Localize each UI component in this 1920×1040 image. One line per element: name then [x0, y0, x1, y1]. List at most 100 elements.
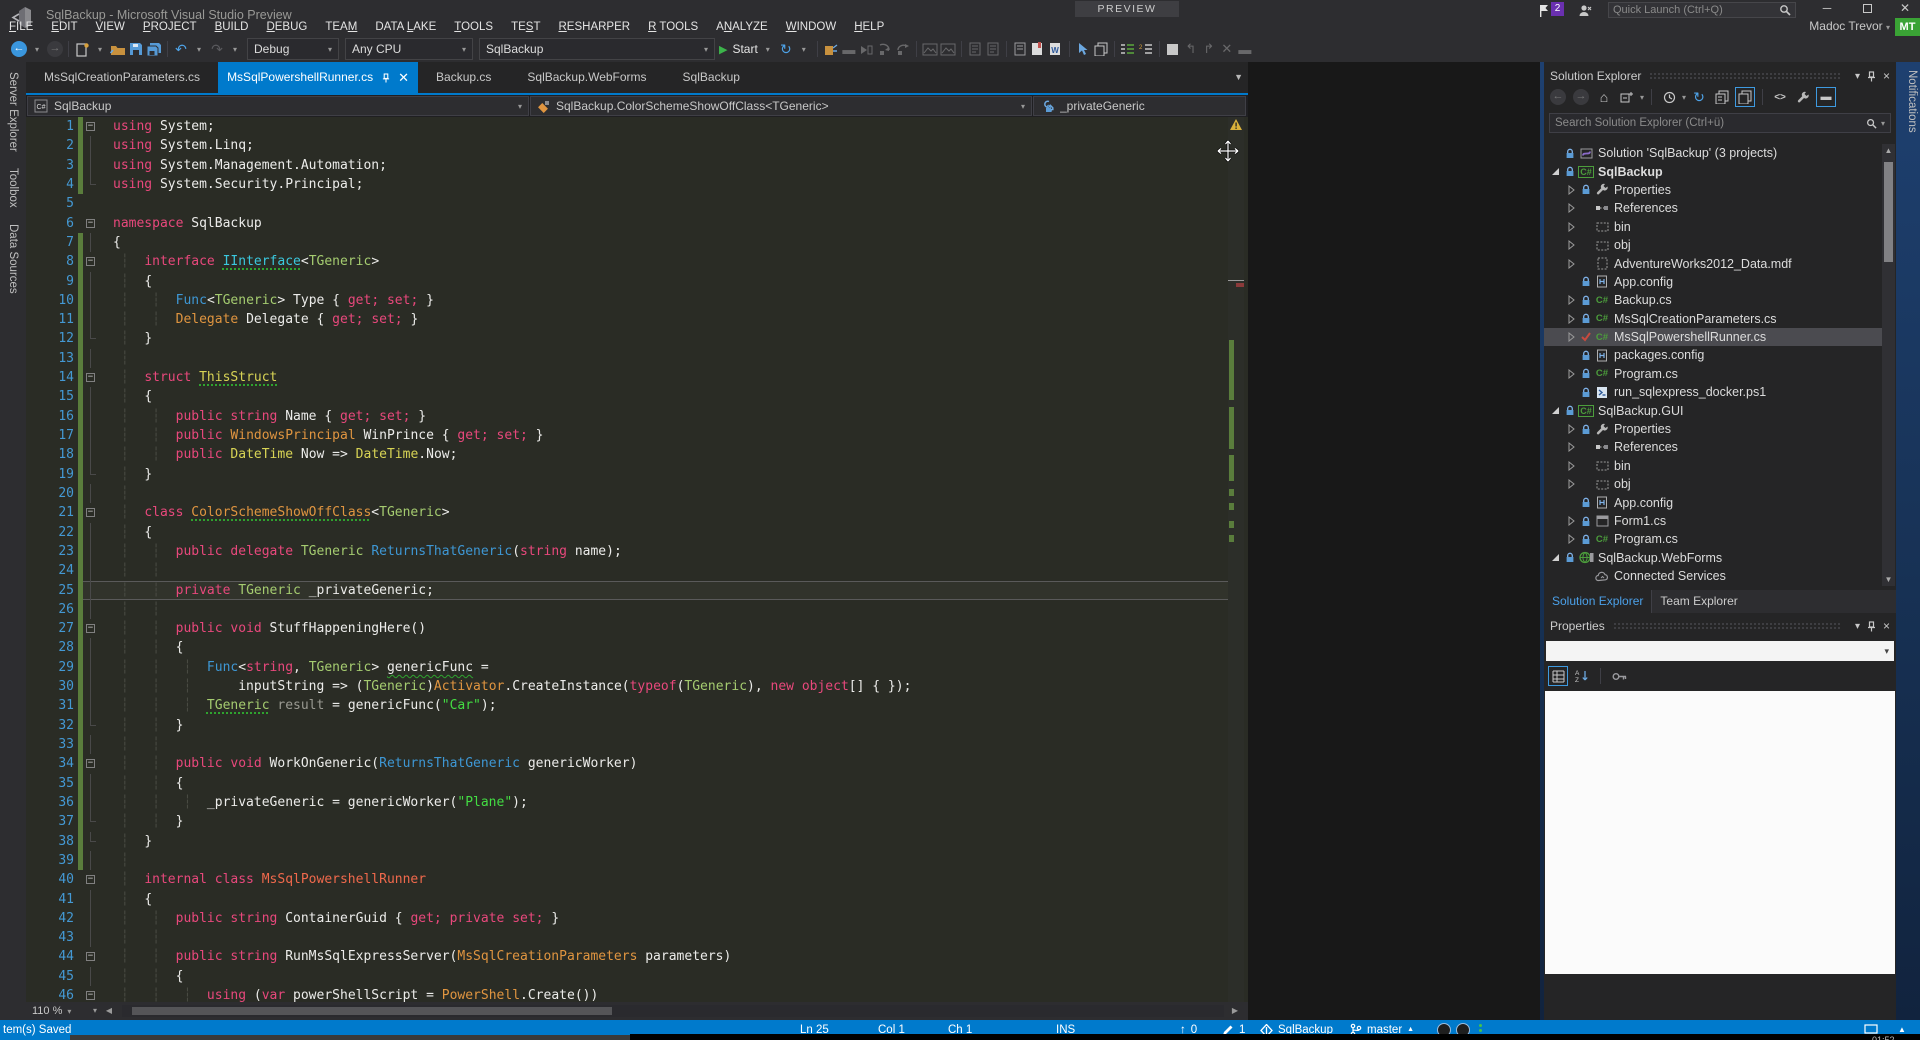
tree-scrollbar[interactable]: ▲ ▼ — [1882, 144, 1895, 586]
code-line-25[interactable]: 25 ┆ ┆ private TGeneric _privateGeneric; — [26, 581, 1228, 600]
code-line-13[interactable]: 13 ┆ — [26, 349, 1228, 368]
toolbar-save-button[interactable] — [127, 38, 145, 60]
scroll-up-icon[interactable]: ▲ — [1882, 146, 1895, 155]
fold-margin[interactable]: − — [83, 117, 100, 136]
menu-help[interactable]: HELP — [845, 18, 893, 36]
tree-item-adventureworks2012-data-mdf[interactable]: AdventureWorks2012_Data.mdf — [1544, 254, 1882, 272]
code-line-35[interactable]: 35 ┆ ┆ { — [26, 774, 1228, 793]
tree-item-program-cs[interactable]: C#Program.cs — [1544, 365, 1882, 383]
tree-chevron-icon[interactable] — [1564, 222, 1579, 232]
toolbar-combo-configuration[interactable]: Debug▾ — [247, 38, 339, 60]
code-editor[interactable]: 1−using System;2using System.Linq;3using… — [26, 117, 1248, 1002]
menu-window[interactable]: WINDOW — [777, 18, 845, 36]
tree-chevron-icon[interactable] — [1564, 259, 1579, 269]
tree-item-references[interactable]: References — [1544, 438, 1882, 456]
tree-chevron-icon[interactable] — [1548, 167, 1563, 176]
se-toolbar-code-button[interactable]: <> — [1770, 87, 1790, 107]
code-line-41[interactable]: 41 ┆ { — [26, 890, 1228, 909]
code-line-37[interactable]: 37 ┆ ┆ } — [26, 812, 1228, 831]
code-line-20[interactable]: 20 ┆ — [26, 484, 1228, 503]
user-avatar[interactable]: MT — [1895, 18, 1920, 36]
menu-view[interactable]: VIEW — [87, 18, 134, 36]
toolbar-dashdim-button[interactable]: ▬ — [840, 38, 858, 60]
tree-item-app-config[interactable]: App.config — [1544, 273, 1882, 291]
code-line-11[interactable]: 11 ┆ ┆ Delegate Delegate { get; set; } — [26, 310, 1228, 329]
horizontal-scrollbar[interactable] — [122, 1005, 1224, 1017]
menu-build[interactable]: BUILD — [206, 18, 258, 36]
code-line-44[interactable]: 44− ┆ ┆ public string RunMsSqlExpressSer… — [26, 947, 1228, 966]
tree-item-references[interactable]: References — [1544, 199, 1882, 217]
toolbar-openfolder-button[interactable] — [109, 38, 127, 60]
menu-team[interactable]: TEAM — [316, 18, 366, 36]
menu-r-tools[interactable]: R TOOLS — [639, 18, 707, 36]
scroll-right-button[interactable]: ▶ — [1228, 1004, 1242, 1018]
fold-margin[interactable]: − — [83, 986, 100, 1002]
toolbar-whitebox-button[interactable] — [1164, 38, 1182, 60]
toolbar-docred-button[interactable] — [1029, 38, 1047, 60]
toolbar-stepdim2-button[interactable] — [876, 38, 894, 60]
code-line-2[interactable]: 2using System.Linq; — [26, 136, 1228, 155]
code-line-9[interactable]: 9 ┆ { — [26, 272, 1228, 291]
restore-button[interactable] — [1852, 0, 1882, 17]
tree-item-connected-services[interactable]: Connected Services — [1544, 567, 1882, 585]
menu-file[interactable]: FILE — [0, 18, 42, 36]
code-line-46[interactable]: 46− ┆ ┆ ┆ using (var powerShellScript = … — [26, 986, 1228, 1002]
toolbar-newproj-button[interactable] — [73, 38, 91, 60]
fold-margin[interactable]: − — [83, 503, 100, 522]
pin-icon[interactable] — [382, 73, 390, 83]
tree-item-run-sqlexpress-docker-ps1[interactable]: run_sqlexpress_docker.ps1 — [1544, 383, 1882, 401]
tree-item-program-cs[interactable]: C#Program.cs — [1544, 530, 1882, 548]
tree-chevron-icon[interactable] — [1564, 461, 1579, 471]
toolbar-navdim-button[interactable]: ↰ — [1182, 38, 1200, 60]
toolbar-docplain-button[interactable] — [1011, 38, 1029, 60]
tree-item-properties[interactable]: Properties — [1544, 181, 1882, 199]
code-line-28[interactable]: 28 ┆ ┆ { — [26, 638, 1228, 657]
code-line-16[interactable]: 16 ┆ ┆ public string Name { get; set; } — [26, 407, 1228, 426]
code-line-23[interactable]: 23 ┆ ┆ public delegate TGeneric ReturnsT… — [26, 542, 1228, 561]
tab-overflow-icon[interactable]: ▼ — [1234, 72, 1243, 82]
breadcrumb-type[interactable]: SqlBackup.ColorSchemeShowOffClass<TGener… — [530, 96, 1032, 116]
toolbar-fwd-button[interactable]: → — [46, 38, 64, 60]
se-toolbar-docs-button[interactable] — [1712, 87, 1732, 107]
menu-project[interactable]: PROJECT — [134, 18, 206, 36]
code-line-29[interactable]: 29 ┆ ┆ ┆ Func<string, TGeneric> genericF… — [26, 658, 1228, 677]
toolbar-navxdim-button[interactable]: ✕ — [1218, 38, 1236, 60]
code-line-5[interactable]: 5 — [26, 194, 1228, 213]
tab-mssqlpowershellrunner-cs[interactable]: MsSqlPowershellRunner.cs✕ — [218, 62, 418, 93]
code-line-1[interactable]: 1−using System; — [26, 117, 1228, 136]
menu-data-lake[interactable]: DATA LAKE — [366, 18, 445, 36]
toolbar-navdim2-button[interactable]: ↱ — [1200, 38, 1218, 60]
tab-mssqlcreationparameters-cs[interactable]: MsSqlCreationParameters.cs — [26, 62, 218, 93]
toolbar-refresh-button[interactable]: ↻ — [777, 38, 795, 60]
editor-vertical-scrollbar[interactable] — [1228, 117, 1244, 1002]
se-toolbar-collapse-button[interactable] — [1617, 87, 1637, 107]
tree-item-mssqlpowershellrunner-cs[interactable]: C#MsSqlPowershellRunner.cs — [1544, 328, 1882, 346]
toolbar-docw-button[interactable]: W — [1047, 38, 1065, 60]
scroll-left-button[interactable]: ◀ — [102, 1004, 116, 1018]
code-line-6[interactable]: 6−namespace SqlBackup — [26, 214, 1228, 233]
side-tab-toolbox[interactable]: Toolbox — [7, 168, 19, 208]
properties-grid[interactable] — [1545, 691, 1895, 974]
toolbar-stepdim-button[interactable] — [858, 38, 876, 60]
tree-chevron-icon[interactable] — [1548, 406, 1563, 415]
toolbar-dashdim-button[interactable]: ▬ — [1236, 38, 1254, 60]
toolbar-pointer-button[interactable] — [1074, 38, 1092, 60]
tree-item-app-config[interactable]: App.config — [1544, 493, 1882, 511]
horizontal-scrollbar-thumb[interactable] — [132, 1007, 612, 1015]
code-line-27[interactable]: 27− ┆ ┆ public void StuffHappeningHere() — [26, 619, 1228, 638]
toolbar-docdim-button[interactable] — [984, 38, 1002, 60]
code-line-12[interactable]: 12 ┆ } — [26, 329, 1228, 348]
se-toolbar-navf-button[interactable]: → — [1571, 87, 1591, 107]
code-line-17[interactable]: 17 ┆ ┆ public WindowsPrincipal WinPrince… — [26, 426, 1228, 445]
fold-margin[interactable]: − — [83, 619, 100, 638]
code-line-3[interactable]: 3using System.Management.Automation; — [26, 156, 1228, 175]
tree-item-mssqlcreationparameters-cs[interactable]: C#MsSqlCreationParameters.cs — [1544, 310, 1882, 328]
toolbar-redo-button[interactable]: ↷ — [208, 38, 226, 60]
tree-chevron-icon[interactable] — [1564, 369, 1579, 379]
code-line-18[interactable]: 18 ┆ ┆ public DateTime Now => DateTime.N… — [26, 445, 1228, 464]
properties-key-button[interactable] — [1609, 666, 1629, 686]
se-toolbar-wrench-button[interactable] — [1793, 87, 1813, 107]
toolbar-imgdim-button[interactable] — [921, 38, 939, 60]
code-line-15[interactable]: 15 ┆ { — [26, 387, 1228, 406]
code-line-43[interactable]: 43 ┆ ┆ — [26, 928, 1228, 947]
